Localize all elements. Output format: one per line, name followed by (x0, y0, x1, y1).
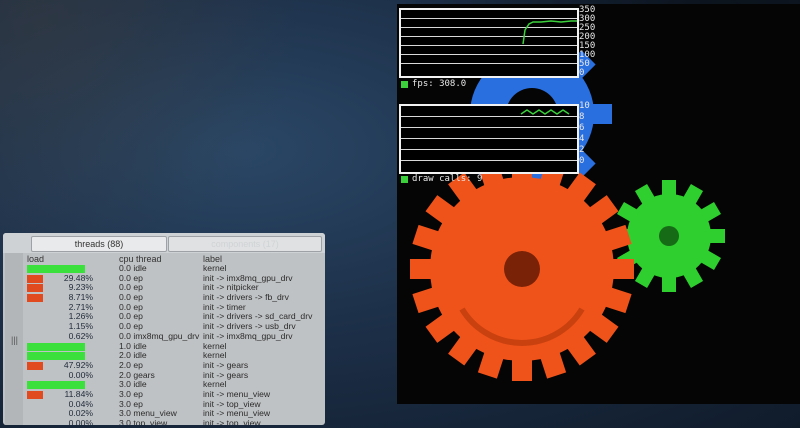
thread-row[interactable]: 0.00% 3.0 top_view init -> top_view (25, 418, 321, 425)
fps-legend-swatch (401, 80, 408, 88)
thread-label: init -> top_view (203, 418, 261, 425)
fps-line (522, 20, 577, 45)
fps-y-axis: 350 300 250 200 150 100 50 0 (579, 5, 596, 78)
panel-drag-handle[interactable]: ||| (5, 253, 23, 425)
draw-calls-y-axis: 10 8 64 20 (579, 101, 590, 166)
red-gear (410, 157, 634, 381)
fps-label-text: fps: 308.0 (412, 79, 467, 89)
draw-calls-graph (399, 104, 579, 174)
thread-row[interactable]: 0.00% 2.0 gears init -> gears (25, 369, 321, 381)
fps-graph (399, 8, 579, 78)
fps-label: fps: 308.0 (401, 79, 466, 89)
tab-threads[interactable]: threads (88) (31, 236, 167, 252)
grip-icon: ||| (11, 335, 19, 345)
draw-calls-label-text: draw calls: 9 (412, 174, 483, 184)
load-bar (27, 265, 85, 273)
load-value: 0.00% (68, 369, 93, 380)
draw-calls-line (520, 109, 570, 115)
column-header-load: load (27, 254, 45, 264)
tab-bar: threads (88) components (17) (3, 233, 325, 253)
draw-calls-legend-swatch (401, 175, 408, 183)
load-bar (27, 342, 85, 351)
load-value: 0.62% (68, 330, 93, 341)
thread-row[interactable]: 0.62% 0.0 imx8mq_gpu_drv init -> imx8mq_gp… (25, 330, 321, 342)
tab-components[interactable]: components (17) (168, 236, 322, 252)
draw-calls-label: draw calls: 9 (401, 174, 482, 184)
load-value: 0.00% (68, 418, 93, 425)
thread-row[interactable]: 1.0 idle kernel (25, 341, 321, 352)
gears-demo-window: 350 300 250 200 150 100 50 0 fps: 308.0 10 8 … (397, 4, 800, 404)
load-bar (27, 352, 85, 361)
cpu-thread: 3.0 top_view (119, 418, 168, 425)
cpu-load-panel: threads (88) components (17) ||| load cp… (3, 233, 325, 425)
thread-list: 0.0 idle kernel 29.48% 0.0 ep init -> imx8mq… (25, 263, 321, 425)
